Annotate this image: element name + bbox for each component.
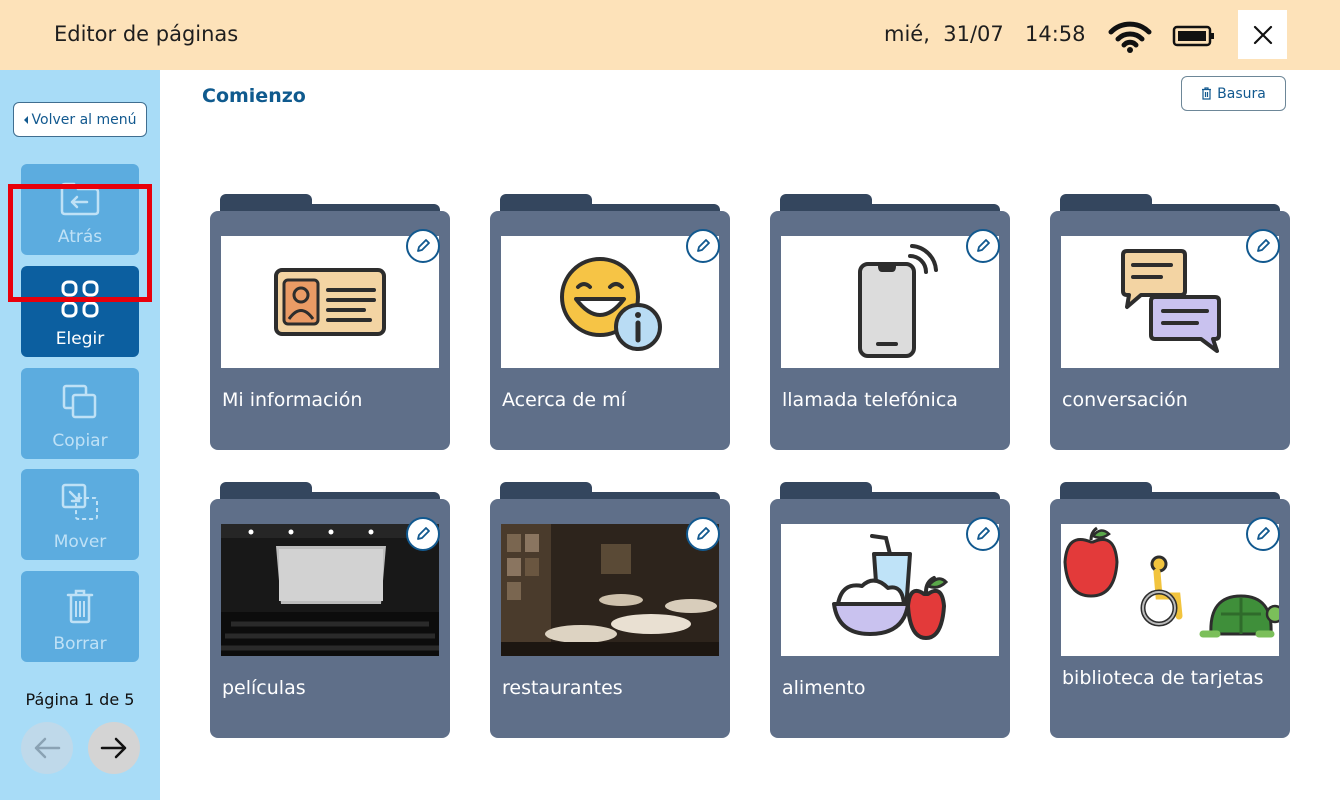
id-card-icon [274,268,386,336]
edit-folder-button[interactable] [406,229,440,263]
pencil-icon [1257,527,1270,540]
next-page-button[interactable] [88,722,140,774]
folder-label: restaurantes [502,677,623,699]
trash-icon [66,589,94,624]
folder-label: Mi información [222,389,363,411]
trash-bin-label: Basura [1217,85,1266,102]
close-icon [1253,25,1272,44]
folder-conversacion[interactable]: conversación [1050,194,1290,450]
delete-button-label: Borrar [53,634,107,654]
folder-body: llamada telefónica [770,211,1010,450]
folder-biblioteca-de-tarjetas[interactable]: biblioteca de tarjetas [1050,482,1290,738]
folder-body: restaurantes [490,499,730,738]
wifi-icon [1108,21,1152,53]
folder-image [221,524,439,656]
trash-bin-button[interactable]: Basura [1181,76,1286,111]
page-indicator: Página 1 de 5 [25,690,135,709]
folder-restaurantes[interactable]: restaurantes [490,482,730,738]
restaurant-photo [501,524,719,656]
folder-label: conversación [1062,389,1188,411]
folder-image [501,236,719,368]
folder-label: biblioteca de tarjetas [1062,667,1264,689]
selection-highlight [8,184,152,302]
copy-button-label: Copiar [52,431,108,451]
edit-folder-button[interactable] [686,229,720,263]
edit-folder-button[interactable] [966,517,1000,551]
folder-label: Acerca de mí [502,389,626,411]
trash-icon [1202,87,1212,100]
prev-page-button[interactable] [21,722,73,774]
folder-body: biblioteca de tarjetas [1050,499,1290,738]
folder-body: películas [210,499,450,738]
cinema-photo [221,524,439,656]
select-button-label: Elegir [55,329,105,349]
battery-icon [1172,25,1214,47]
edit-folder-button[interactable] [1246,229,1280,263]
folder-image [501,524,719,656]
delete-button[interactable]: Borrar [21,571,139,662]
folder-mi-informacion[interactable]: Mi información [210,194,450,450]
folder-peliculas[interactable]: películas [210,482,450,738]
edit-folder-button[interactable] [686,517,720,551]
move-button[interactable]: Mover [21,469,139,560]
top-bar: Editor de páginas mié, 31/07 14:58 [0,0,1340,70]
speech-bubbles-icon [1121,249,1221,353]
pencil-icon [1257,239,1270,252]
move-button-label: Mover [53,532,107,552]
back-to-menu-button[interactable]: Volver al menú [13,102,147,137]
folder-image [1061,524,1279,656]
breadcrumb[interactable]: Comienzo [202,85,306,107]
folder-body: conversación [1050,211,1290,450]
card-library-icon [1063,526,1279,638]
caret-left-icon [23,115,28,124]
pencil-icon [977,527,990,540]
pencil-icon [697,527,710,540]
folder-image [1061,236,1279,368]
folder-image [781,524,999,656]
phone-call-icon [858,244,938,358]
folder-body: Acerca de mí [490,211,730,450]
folder-body: alimento [770,499,1010,738]
move-icon [61,483,98,520]
app-title: Editor de páginas [54,22,239,46]
close-button[interactable] [1238,10,1287,59]
pencil-icon [417,239,430,252]
date-display: mié, 31/07 [884,22,1004,46]
folder-acerca-de-mi[interactable]: Acerca de mí [490,194,730,450]
folder-llamada-telefonica[interactable]: llamada telefónica [770,194,1010,450]
copy-icon [62,384,97,419]
sidebar: Volver al menú Atrás Elegir Copiar Mover… [0,70,160,800]
edit-folder-button[interactable] [1246,517,1280,551]
smiley-info-icon [560,257,662,351]
folder-label: películas [222,677,306,699]
food-icon [832,534,949,640]
back-to-menu-label: Volver al menú [31,111,137,128]
pencil-icon [417,527,430,540]
folder-alimento[interactable]: alimento [770,482,1010,738]
time-display: 14:58 [1025,22,1086,46]
edit-folder-button[interactable] [406,517,440,551]
folder-image [781,236,999,368]
folder-label: llamada telefónica [782,389,958,411]
edit-folder-button[interactable] [966,229,1000,263]
folder-body: Mi información [210,211,450,450]
pencil-icon [977,239,990,252]
arrow-left-icon [34,737,61,759]
copy-button[interactable]: Copiar [21,368,139,459]
folder-label: alimento [782,677,866,699]
folder-image [221,236,439,368]
arrow-right-icon [100,737,127,759]
pencil-icon [697,239,710,252]
